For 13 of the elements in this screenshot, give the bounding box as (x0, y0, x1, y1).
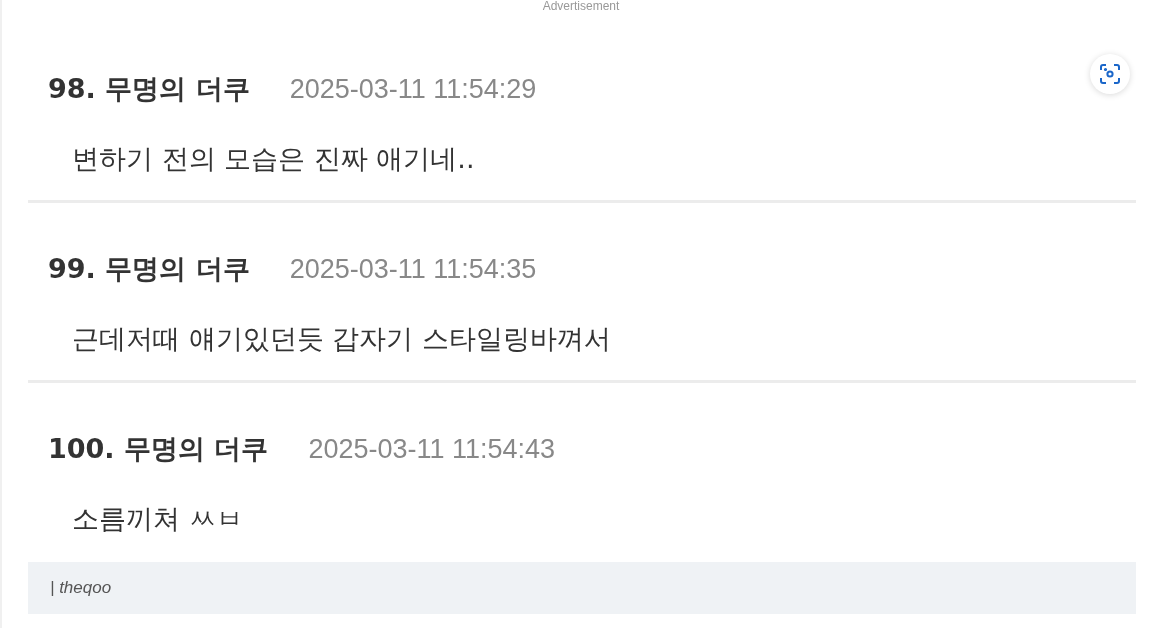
comment-text: 소름끼쳐 ㅆㅂ (71, 502, 244, 536)
comment-author: 98. 무명의 더쿠 (48, 72, 250, 106)
comment-time: 2025-03-11 11:54:29 (289, 74, 537, 105)
comment-author: 100. 무명의 더쿠 (48, 432, 269, 466)
advertisement-label: Advertisement (541, 0, 621, 14)
comment-text: 근데저때 얘기있던듯 갑자기 스타일링바껴서 (71, 322, 612, 356)
comment-text: 변하기 전의 모습은 진짜 애기네.. (71, 142, 476, 176)
comment-time: 2025-03-11 11:54:35 (289, 254, 537, 285)
image-caption: | theqoo (28, 562, 1136, 614)
comment-author: 99. 무명의 더쿠 (48, 252, 250, 286)
visual-search-button[interactable] (1090, 54, 1130, 94)
camera-scan-icon (1099, 63, 1121, 85)
comment-time: 2025-03-11 11:54:43 (308, 434, 556, 465)
